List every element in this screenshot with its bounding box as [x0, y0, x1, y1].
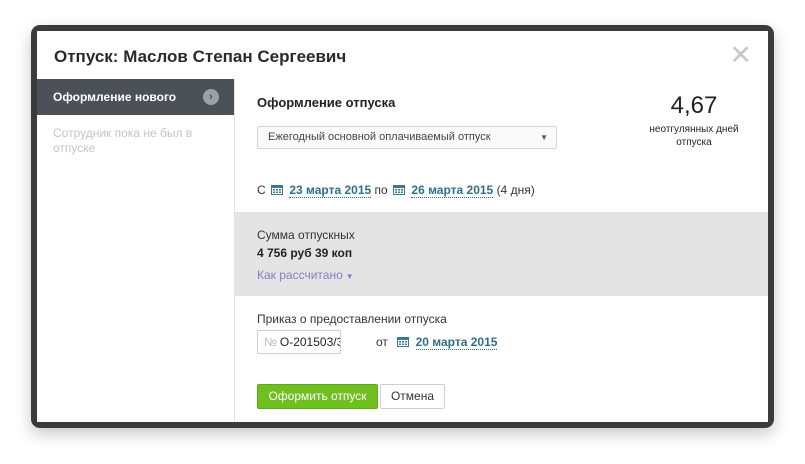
order-date-link[interactable]: 20 марта 2015 — [415, 335, 498, 350]
sum-value: 4 756 руб 39 коп — [257, 246, 353, 260]
number-sign: № — [264, 335, 277, 349]
date-from-link[interactable]: 23 марта 2015 — [289, 183, 372, 198]
calc-link[interactable]: Как рассчитано ▼ — [257, 268, 354, 282]
date-between: по — [374, 183, 388, 197]
submit-button[interactable]: Оформить отпуск — [257, 384, 378, 409]
calendar-icon[interactable] — [393, 184, 406, 195]
calc-link-label: Как рассчитано — [257, 268, 343, 282]
date-range: С 23 марта 2015 по 26 марта 2015 (4 дня) — [257, 183, 535, 198]
sum-label: Сумма отпускных — [257, 228, 355, 242]
duration: (4 дня) — [496, 183, 535, 197]
close-icon[interactable]: ✕ — [729, 42, 752, 69]
vacation-modal: Отпуск: Маслов Степан Сергеевич ✕ Оформл… — [37, 31, 768, 422]
chevron-right-icon: › — [203, 89, 219, 105]
days-left-label: неотгулянных дней отпуска — [649, 124, 739, 148]
calendar-icon[interactable] — [397, 336, 410, 347]
date-prefix: С — [257, 183, 266, 197]
order-number-input[interactable]: № О-201503/3 — [257, 330, 341, 354]
days-left-value: 4,67 — [670, 92, 718, 119]
main-panel: Оформление отпуска 4,67 неотгулянных дне… — [235, 79, 768, 422]
chevron-down-icon: ▼ — [345, 272, 354, 281]
vacation-type-select[interactable]: Ежегодный основной оплачиваемый отпуск ▼ — [257, 126, 557, 149]
sidebar-item-new[interactable]: Оформление нового › — [37, 79, 234, 115]
sum-block: Сумма отпускных 4 756 руб 39 коп Как рас… — [235, 212, 768, 296]
date-to-link[interactable]: 26 марта 2015 — [411, 183, 494, 198]
sidebar: Оформление нового › Сотрудник пока не бы… — [37, 79, 235, 422]
vacation-type-value: Ежегодный основной оплачиваемый отпуск — [268, 131, 491, 143]
section-title: Оформление отпуска — [257, 95, 396, 110]
order-from-label: от — [376, 335, 388, 349]
modal-title: Отпуск: Маслов Степан Сергеевич — [54, 47, 347, 66]
chevron-down-icon: ▼ — [540, 133, 548, 142]
sidebar-item-label: Оформление нового — [53, 90, 177, 104]
order-date: от 20 марта 2015 — [376, 335, 498, 350]
cancel-button[interactable]: Отмена — [380, 384, 445, 409]
order-label: Приказ о предоставлении отпуска — [257, 312, 447, 326]
order-number-value: О-201503/3 — [279, 335, 341, 349]
calendar-icon[interactable] — [271, 184, 284, 195]
sidebar-note: Сотрудник пока не был в отпуске — [53, 126, 193, 155]
